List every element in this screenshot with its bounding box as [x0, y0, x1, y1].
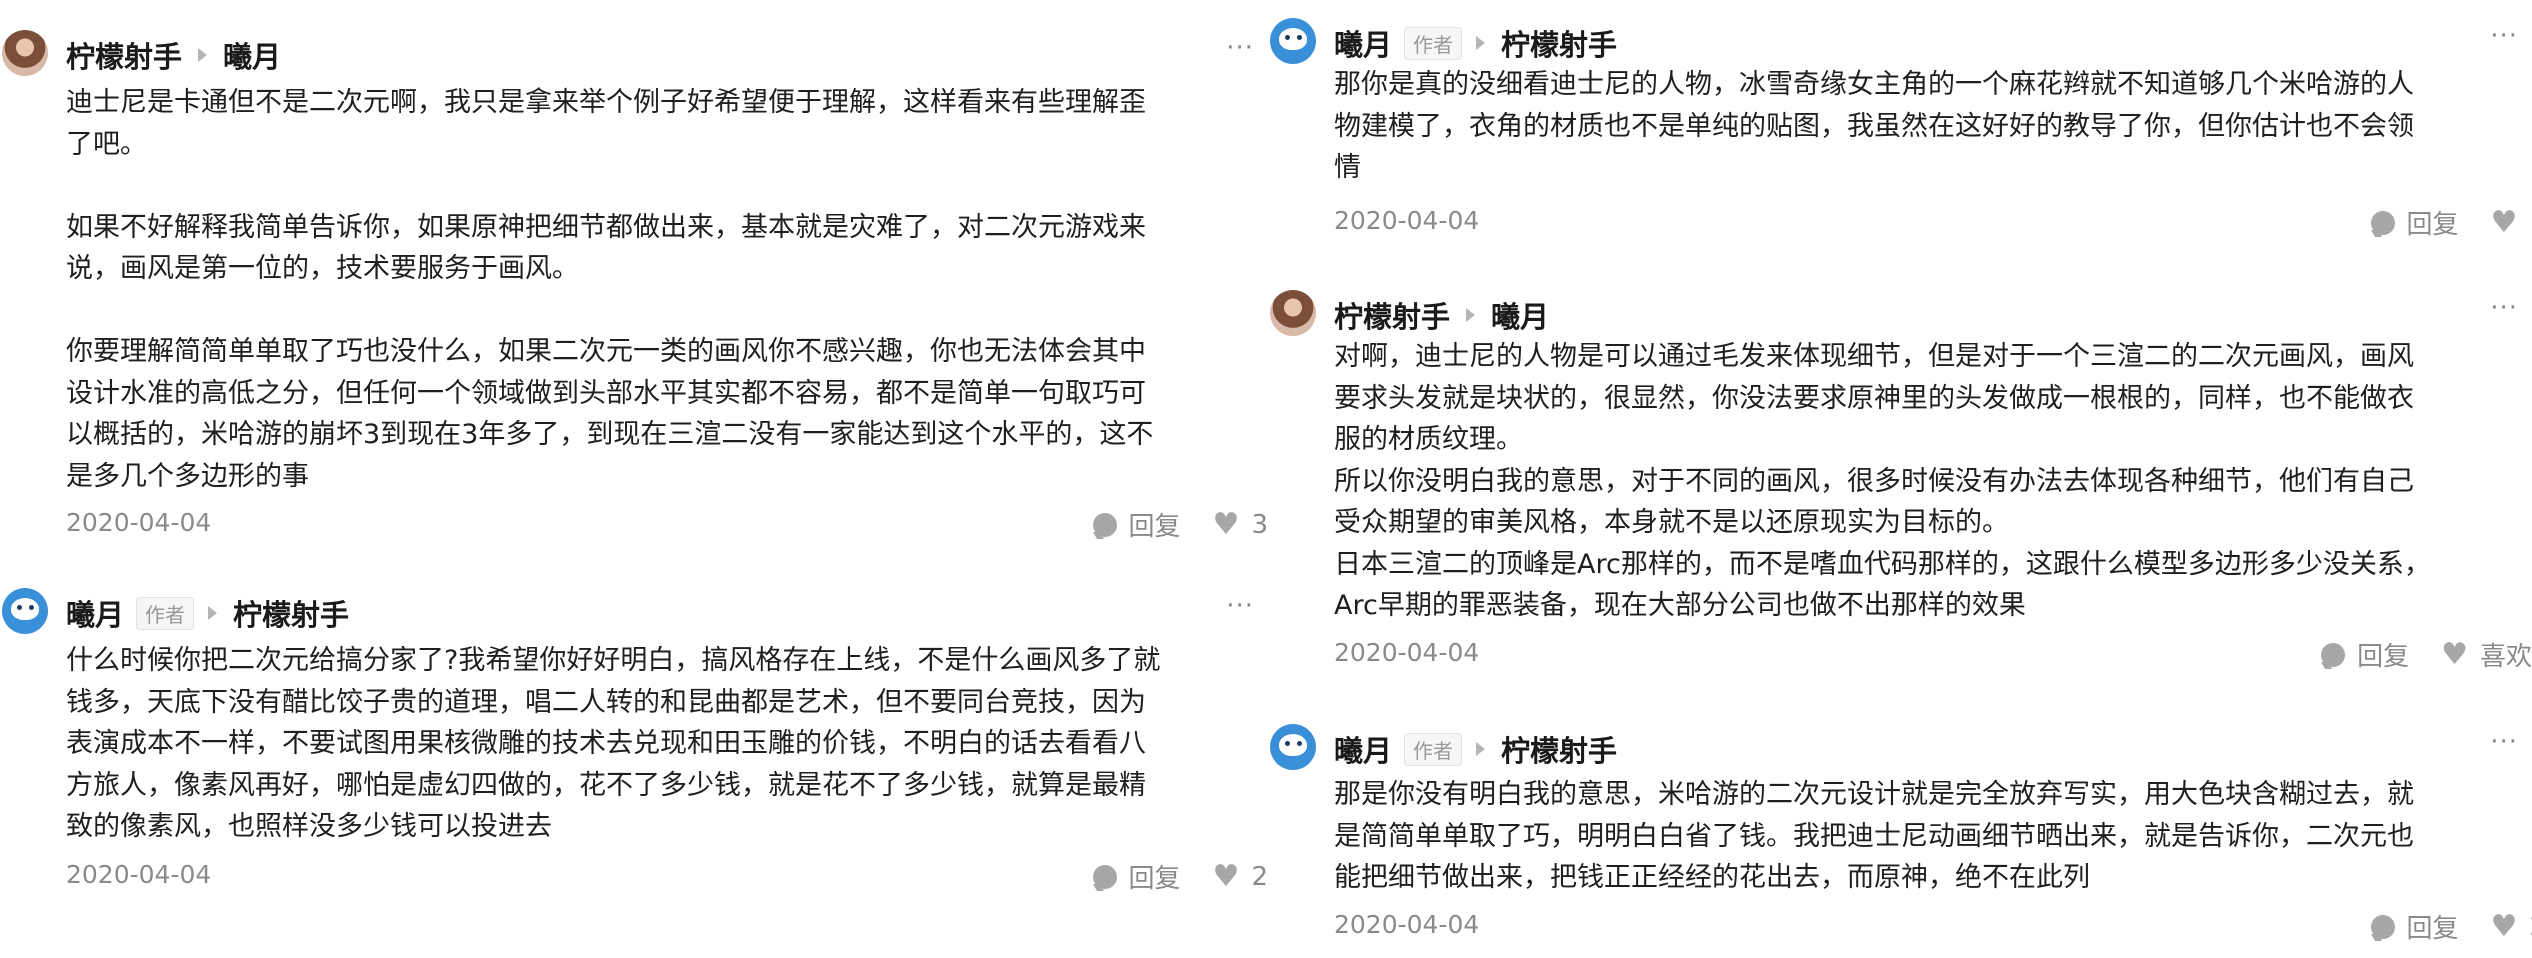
comment-text: 对啊，迪士尼的人物是可以通过毛发来体现细节，但是对于一个三渲二的二次元画风，画风… — [1334, 341, 2431, 621]
comment-actions: 回复 ♥ 喜欢 — [2321, 636, 2532, 673]
reply-arrow-icon — [208, 606, 218, 620]
reply-to-name[interactable]: 柠檬射手 — [233, 592, 349, 634]
reply-icon[interactable] — [1092, 864, 1117, 889]
like-count: 3 — [1251, 509, 1268, 540]
reply-icon[interactable] — [2370, 210, 2395, 235]
comment-actions: 回复 ♥ 2 — [1092, 858, 1268, 895]
author-name[interactable]: 曦月 — [1334, 22, 1392, 64]
comment-text: 那是你没有明白我的意思，米哈游的二次元设计就是完全放弃写实，用大色块含糊过去，就… — [1334, 779, 2414, 893]
heart-icon[interactable]: ♥ — [1213, 509, 1240, 540]
reply-to-name[interactable]: 曦月 — [223, 34, 281, 76]
author-badge: 作者 — [136, 596, 195, 630]
comment-header: 曦月 作者 柠檬射手 ··· — [66, 591, 1268, 635]
reply-button[interactable]: 回复 — [1129, 506, 1181, 543]
comment-header: 曦月 作者 柠檬射手 ··· — [1334, 727, 2532, 771]
like-count: 喜欢 — [2479, 642, 2532, 672]
comment-item: 曦月 作者 柠檬射手 ··· 什么时候你把二次元给搞分家了?我希望你好好明白，搞… — [0, 588, 1268, 908]
reply-icon[interactable] — [1092, 512, 1117, 537]
comment-item: 曦月 作者 柠檬射手 ··· 那你是真的没细看迪士尼的人物，冰雪奇缘女主角的一个… — [1268, 18, 2532, 248]
comment-item: 柠檬射手 曦月 ··· 迪士尼是卡通但不是二次元啊，我只是拿来举个例子好希望便于… — [0, 30, 1268, 550]
comment-item: 曦月 作者 柠檬射手 ··· 那是你没有明白我的意思，米哈游的二次元设计就是完全… — [1268, 724, 2532, 954]
comment-header: 曦月 作者 柠檬射手 ··· — [1334, 21, 2532, 65]
author-badge: 作者 — [1404, 732, 1463, 766]
comment-actions: 回复 ♥ 1 — [2370, 204, 2532, 241]
heart-icon[interactable]: ♥ — [1213, 861, 1240, 892]
reply-button[interactable]: 回复 — [2407, 908, 2459, 945]
reply-to-name[interactable]: 曦月 — [1491, 294, 1549, 336]
author-name[interactable]: 曦月 — [1334, 728, 1392, 770]
more-options-icon[interactable]: ··· — [1226, 33, 1254, 63]
heart-icon[interactable]: ♥ — [2441, 639, 2468, 670]
comment-header: 柠檬射手 曦月 ··· — [1334, 293, 2532, 337]
reply-to-name[interactable]: 柠檬射手 — [1501, 22, 1617, 64]
more-options-icon[interactable]: ··· — [2490, 21, 2518, 51]
reply-button[interactable]: 回复 — [1129, 858, 1181, 895]
comment-text: 迪士尼是卡通但不是二次元啊，我只是拿来举个例子好希望便于理解，这样看来有些理解歪… — [66, 87, 1154, 492]
like-count: 2 — [1251, 861, 1268, 892]
comment-text: 那你是真的没细看迪士尼的人物，冰雪奇缘女主角的一个麻花辫就不知道够几个米哈游的人… — [1334, 69, 2414, 183]
author-name[interactable]: 柠檬射手 — [1334, 294, 1450, 336]
heart-icon[interactable]: ♥ — [2491, 911, 2518, 942]
comment-text: 什么时候你把二次元给搞分家了?我希望你好好明白，搞风格存在上线，不是什么画风多了… — [66, 645, 1161, 842]
reply-button[interactable]: 回复 — [2407, 204, 2459, 241]
comment-actions: 回复 ♥ 2 — [2370, 908, 2532, 945]
author-name[interactable]: 柠檬射手 — [66, 34, 182, 76]
more-options-icon[interactable]: ··· — [1226, 591, 1254, 621]
comment-date: 2020-04-04 — [66, 860, 212, 889]
avatar[interactable] — [1270, 18, 1316, 64]
comment-date: 2020-04-04 — [1334, 206, 1480, 235]
avatar[interactable] — [2, 30, 48, 76]
comment-actions: 回复 ♥ 3 — [1092, 506, 1268, 543]
comment-date: 2020-04-04 — [66, 508, 212, 537]
reply-arrow-icon — [1476, 742, 1486, 756]
avatar[interactable] — [1270, 290, 1316, 336]
comment-header: 柠檬射手 曦月 ··· — [66, 33, 1268, 77]
author-name[interactable]: 曦月 — [66, 592, 124, 634]
reply-arrow-icon — [1466, 308, 1476, 322]
avatar[interactable] — [1270, 724, 1316, 770]
comment-date: 2020-04-04 — [1334, 638, 1480, 667]
reply-arrow-icon — [198, 48, 208, 62]
reply-arrow-icon — [1476, 36, 1486, 50]
reply-icon[interactable] — [2321, 642, 2346, 667]
reply-icon[interactable] — [2370, 914, 2395, 939]
more-options-icon[interactable]: ··· — [2490, 293, 2518, 323]
heart-icon[interactable]: ♥ — [2491, 207, 2518, 238]
comment-date: 2020-04-04 — [1334, 910, 1480, 939]
author-badge: 作者 — [1404, 26, 1463, 60]
reply-to-name[interactable]: 柠檬射手 — [1501, 728, 1617, 770]
comment-item: 柠檬射手 曦月 ··· 对啊，迪士尼的人物是可以通过毛发来体现细节，但是对于一个… — [1268, 290, 2532, 680]
reply-button[interactable]: 回复 — [2357, 636, 2409, 673]
avatar[interactable] — [2, 588, 48, 634]
more-options-icon[interactable]: ··· — [2490, 727, 2518, 757]
